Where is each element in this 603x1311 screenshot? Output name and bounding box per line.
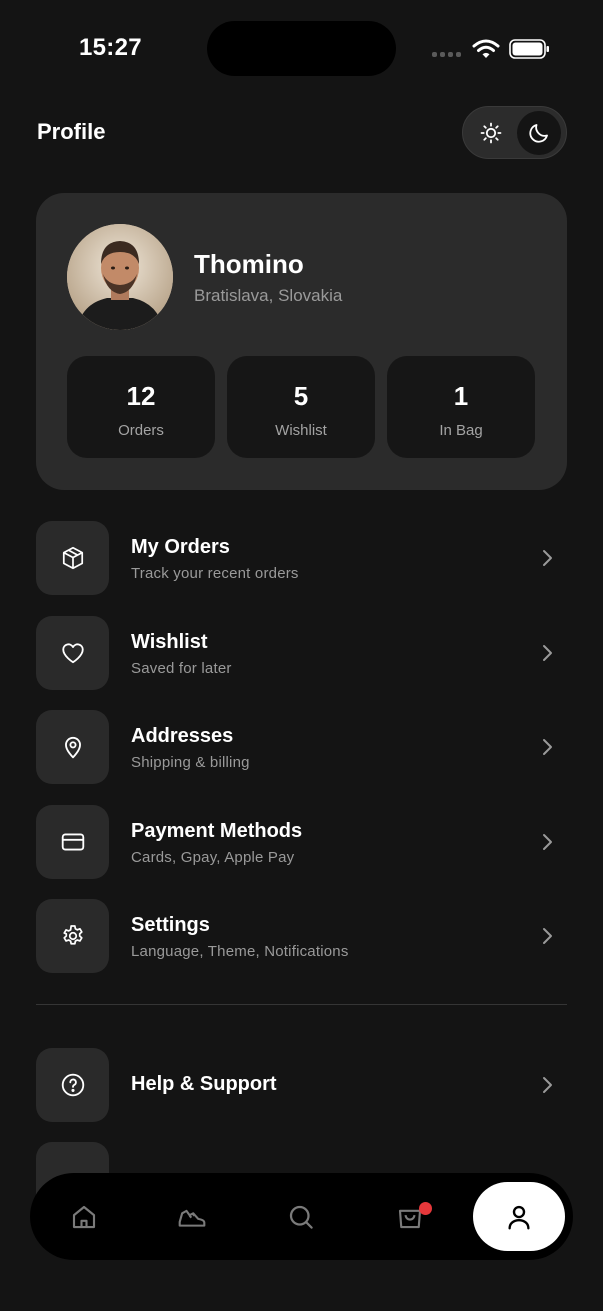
theme-toggle[interactable] <box>462 106 567 159</box>
heart-icon <box>61 643 84 664</box>
menu-item-my-orders[interactable]: My Orders Track your recent orders <box>36 521 567 595</box>
chevron-right-icon <box>543 1077 552 1093</box>
menu-item-addresses[interactable]: Addresses Shipping & billing <box>36 710 567 784</box>
stat-label: Orders <box>118 422 164 439</box>
profile-card: Thomino Bratislava, Slovakia 12 Orders 5… <box>36 193 567 490</box>
location-pin-icon <box>64 736 81 759</box>
gear-icon <box>62 925 83 945</box>
stat-wishlist[interactable]: 5 Wishlist <box>227 356 375 458</box>
dark-mode-button[interactable] <box>517 111 561 155</box>
dynamic-island <box>207 21 396 76</box>
bottom-nav <box>30 1173 573 1260</box>
nav-search[interactable] <box>275 1191 327 1243</box>
nav-profile[interactable] <box>473 1182 565 1251</box>
stat-label: In Bag <box>439 422 483 439</box>
nav-shoes[interactable] <box>166 1191 218 1243</box>
box-icon <box>62 546 83 570</box>
wifi-icon <box>472 39 500 58</box>
search-icon <box>289 1205 313 1229</box>
stat-value: 5 <box>293 381 309 411</box>
menu-title: Help & Support <box>131 1073 277 1095</box>
menu-title: Addresses <box>131 725 234 747</box>
user-name: Thomino <box>194 249 304 279</box>
menu-item-help-support[interactable]: Help & Support <box>36 1048 567 1122</box>
credit-card-icon <box>61 833 84 851</box>
nav-home[interactable] <box>58 1191 110 1243</box>
chevron-right-icon <box>543 645 552 661</box>
chevron-right-icon <box>543 739 552 755</box>
menu-title: Settings <box>131 914 210 936</box>
nav-bag[interactable] <box>384 1191 436 1243</box>
stat-in-bag[interactable]: 1 In Bag <box>387 356 535 458</box>
help-circle-icon <box>61 1073 84 1097</box>
stat-value: 1 <box>453 381 469 411</box>
signal-icon <box>432 52 461 57</box>
menu-item-settings[interactable]: Settings Language, Theme, Notifications <box>36 899 567 973</box>
page-title: Profile <box>37 119 106 144</box>
chevron-right-icon <box>543 834 552 850</box>
avatar-image <box>67 224 173 330</box>
stat-value: 12 <box>126 381 156 411</box>
moon-icon <box>529 124 548 143</box>
menu-subtitle: Track your recent orders <box>131 565 299 582</box>
menu-item-payment-methods[interactable]: Payment Methods Cards, Gpay, Apple Pay <box>36 805 567 879</box>
menu-item-wishlist[interactable]: Wishlist Saved for later <box>36 616 567 690</box>
menu-title: My Orders <box>131 536 230 558</box>
user-location: Bratislava, Slovakia <box>194 286 343 305</box>
menu-title: Wishlist <box>131 631 208 653</box>
menu-title: Payment Methods <box>131 820 303 842</box>
sneaker-icon <box>178 1209 206 1227</box>
menu-subtitle: Shipping & billing <box>131 754 250 771</box>
battery-icon <box>509 39 549 59</box>
menu-subtitle: Saved for later <box>131 660 232 677</box>
home-icon <box>72 1205 96 1229</box>
bag-badge <box>419 1202 432 1215</box>
sun-icon <box>480 122 502 144</box>
avatar[interactable] <box>67 224 173 330</box>
status-time: 15:27 <box>79 34 142 61</box>
stat-label: Wishlist <box>275 422 327 439</box>
menu-subtitle: Cards, Gpay, Apple Pay <box>131 849 295 866</box>
menu-divider <box>36 1004 567 1005</box>
chevron-right-icon <box>543 550 552 566</box>
user-icon <box>508 1205 530 1229</box>
chevron-right-icon <box>543 928 552 944</box>
menu-subtitle: Language, Theme, Notifications <box>131 943 349 960</box>
light-mode-button[interactable] <box>469 111 513 155</box>
stat-orders[interactable]: 12 Orders <box>67 356 215 458</box>
